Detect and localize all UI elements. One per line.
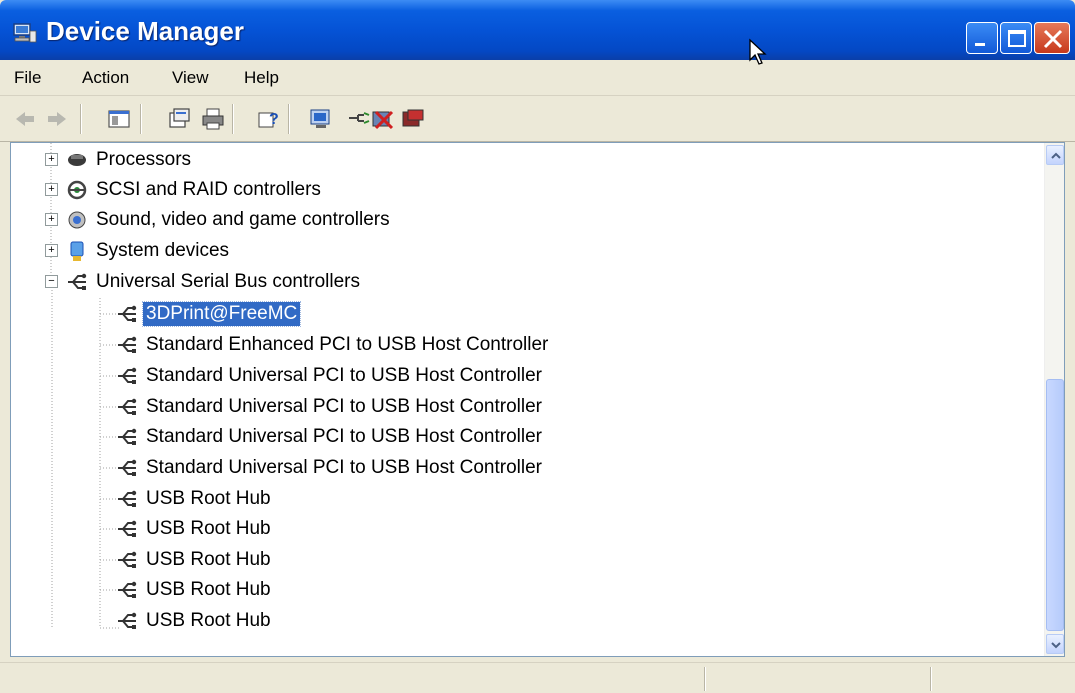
- help-icon[interactable]: ?: [256, 106, 282, 132]
- usb-icon: [68, 273, 87, 290]
- status-separator: [704, 667, 706, 691]
- tree-device-usb-root-hub[interactable]: USB Root Hub: [115, 515, 274, 543]
- scroll-up-button[interactable]: [1046, 145, 1064, 165]
- tree-device-label: Standard Enhanced PCI to USB Host Contro…: [146, 334, 549, 355]
- tree-category-sound[interactable]: Sound, video and game controllers: [65, 206, 393, 234]
- menu-file[interactable]: File: [14, 68, 41, 88]
- tree-device-usb-root-hub[interactable]: USB Root Hub: [115, 576, 274, 604]
- tree-device-label: Standard Universal PCI to USB Host Contr…: [146, 457, 542, 478]
- print-icon[interactable]: [200, 106, 226, 132]
- usb-device-icon: [118, 428, 137, 445]
- usb-device-icon: [118, 551, 137, 568]
- tree-category-scsi[interactable]: SCSI and RAID controllers: [65, 176, 324, 204]
- uninstall-icon[interactable]: [370, 106, 396, 132]
- usb-device-icon: [118, 367, 137, 384]
- back-arrow-icon[interactable]: [12, 106, 38, 132]
- disable-icon[interactable]: [400, 106, 426, 132]
- tree-category-system-devices[interactable]: System devices: [65, 237, 232, 265]
- tree-category-label: System devices: [96, 240, 230, 261]
- tree-device-label: USB Root Hub: [146, 610, 271, 631]
- scan-hardware-icon[interactable]: [308, 106, 334, 132]
- tree-category-processors[interactable]: Processors: [65, 146, 194, 174]
- title-bar[interactable]: Device Manager: [0, 0, 1075, 60]
- chevron-up-icon: [1051, 152, 1061, 159]
- tree-category-label: Universal Serial Bus controllers: [96, 271, 360, 292]
- tree-device-label: USB Root Hub: [146, 579, 271, 600]
- menu-help[interactable]: Help: [244, 68, 279, 88]
- menu-action[interactable]: Action: [82, 68, 129, 88]
- vertical-scrollbar[interactable]: [1044, 143, 1064, 656]
- usb-device-icon: [118, 490, 137, 507]
- tree-category-label: Processors: [96, 149, 192, 170]
- minimize-icon: [975, 43, 985, 46]
- minimize-button[interactable]: [966, 22, 998, 54]
- sound-icon: [68, 211, 86, 229]
- close-button[interactable]: [1034, 22, 1070, 54]
- tree-device-usb-root-hub[interactable]: USB Root Hub: [115, 546, 274, 574]
- menu-bar: File Action View Help: [0, 60, 1075, 96]
- tree-device-usb-root-hub[interactable]: USB Root Hub: [115, 607, 274, 635]
- tree-device-enhanced-host-controller[interactable]: Standard Enhanced PCI to USB Host Contro…: [115, 331, 551, 359]
- expand-scsi-button[interactable]: +: [45, 183, 58, 196]
- tree-category-label: Sound, video and game controllers: [96, 209, 390, 230]
- console-tree-icon[interactable]: [106, 106, 132, 132]
- toolbar-separator: [232, 104, 234, 134]
- toolbar: ?: [0, 96, 1075, 142]
- expand-sound-button[interactable]: +: [45, 213, 58, 226]
- tree-device-label: USB Root Hub: [146, 488, 271, 509]
- device-manager-window: Device Manager File Action View Help ? +…: [0, 0, 1075, 693]
- chevron-down-icon: [1051, 642, 1061, 649]
- scroll-down-button[interactable]: [1046, 634, 1064, 654]
- menu-view[interactable]: View: [172, 68, 209, 88]
- usb-device-icon: [118, 398, 137, 415]
- status-bar: [0, 662, 1075, 693]
- device-tree[interactable]: + Processors + SCSI and RAID controllers…: [10, 142, 1065, 657]
- tree-device-label: USB Root Hub: [146, 549, 271, 570]
- usb-device-icon: [118, 305, 137, 322]
- device-manager-app-icon: [13, 23, 37, 43]
- tree-device-label: Standard Universal PCI to USB Host Contr…: [146, 396, 542, 417]
- status-separator: [930, 667, 932, 691]
- tree-category-usb[interactable]: Universal Serial Bus controllers: [65, 268, 363, 296]
- usb-device-icon: [118, 520, 137, 537]
- scrollbar-thumb[interactable]: [1046, 379, 1064, 631]
- properties-icon[interactable]: [166, 106, 192, 132]
- scsi-icon: [67, 180, 87, 200]
- tree-device-label: Standard Universal PCI to USB Host Contr…: [146, 365, 542, 386]
- collapse-usb-button[interactable]: −: [45, 275, 58, 288]
- window-title: Device Manager: [46, 16, 244, 46]
- tree-category-label: SCSI and RAID controllers: [96, 179, 321, 200]
- tree-device-universal-host-controller[interactable]: Standard Universal PCI to USB Host Contr…: [115, 423, 545, 451]
- close-icon: [1043, 29, 1063, 49]
- tree-device-universal-host-controller[interactable]: Standard Universal PCI to USB Host Contr…: [115, 393, 545, 421]
- usb-device-icon: [118, 336, 137, 353]
- expand-processors-button[interactable]: +: [45, 153, 58, 166]
- maximize-button[interactable]: [1000, 22, 1032, 54]
- usb-device-icon: [118, 581, 137, 598]
- tree-device-3dprint[interactable]: 3DPrint@FreeMC: [115, 300, 302, 328]
- update-driver-icon[interactable]: [346, 106, 372, 132]
- toolbar-separator: [80, 104, 82, 134]
- tree-device-label: USB Root Hub: [146, 518, 271, 539]
- system-devices-icon: [70, 241, 84, 261]
- mouse-cursor-icon: [749, 38, 767, 65]
- tree-device-universal-host-controller[interactable]: Standard Universal PCI to USB Host Contr…: [115, 454, 545, 482]
- tree-device-usb-root-hub[interactable]: USB Root Hub: [115, 485, 274, 513]
- toolbar-separator: [140, 104, 142, 134]
- usb-device-icon: [118, 612, 137, 629]
- maximize-icon: [1008, 30, 1026, 47]
- svg-text:?: ?: [269, 111, 279, 128]
- tree-device-label: 3DPrint@FreeMC: [141, 301, 302, 327]
- toolbar-separator: [288, 104, 290, 134]
- usb-device-icon: [118, 459, 137, 476]
- expand-system-devices-button[interactable]: +: [45, 244, 58, 257]
- tree-device-label: Standard Universal PCI to USB Host Contr…: [146, 426, 542, 447]
- tree-device-universal-host-controller[interactable]: Standard Universal PCI to USB Host Contr…: [115, 362, 545, 390]
- forward-arrow-icon[interactable]: [44, 106, 70, 132]
- processor-icon: [68, 154, 86, 166]
